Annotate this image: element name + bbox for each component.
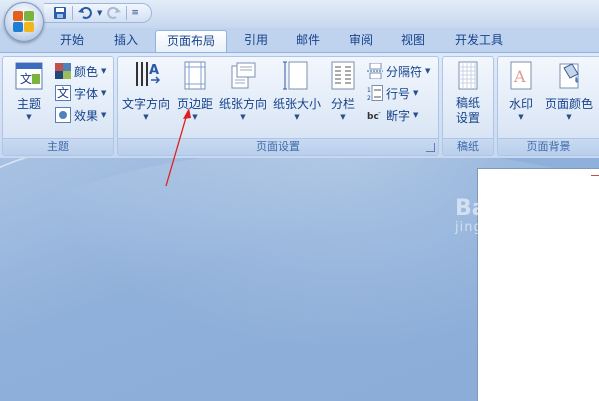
manuscript-settings-label: 稿纸设置: [455, 96, 480, 125]
watermark-icon: A: [506, 60, 536, 92]
chevron-down-icon: ▼: [518, 113, 524, 121]
manuscript-settings-button[interactable]: 稿纸设置: [447, 60, 489, 126]
svg-text:1: 1: [367, 87, 371, 94]
size-label: 纸张大小: [272, 97, 321, 111]
page-break-icon: [367, 62, 383, 80]
ribbon-tabstrip: 开始 插入 页面布局 引用 邮件 审阅 视图 开发工具: [0, 28, 599, 54]
orientation-button[interactable]: 纸张方向 ▼: [218, 60, 268, 122]
tab-page-layout[interactable]: 页面布局: [155, 30, 227, 54]
tab-references[interactable]: 引用: [236, 30, 276, 52]
theme-effects-label: 效果: [74, 108, 99, 123]
breaks-button[interactable]: 分隔符 ▼: [367, 61, 430, 81]
tab-review[interactable]: 审阅: [341, 30, 381, 52]
chevron-down-icon: ▼: [240, 113, 246, 121]
group-label-page-background: 页面背景: [498, 138, 599, 155]
breaks-label: 分隔符: [386, 64, 423, 79]
chevron-down-icon: ▼: [413, 89, 419, 97]
watermark-button[interactable]: A 水印 ▼: [502, 60, 540, 122]
office-button[interactable]: [4, 2, 44, 42]
theme-fonts-label: 字体: [74, 86, 99, 101]
size-button[interactable]: 纸张大小 ▼: [271, 60, 323, 122]
svg-text:A: A: [149, 63, 159, 78]
chevron-down-icon: ▼: [26, 113, 32, 121]
page-color-button[interactable]: 页面颜色 ▼: [542, 60, 596, 122]
chevron-down-icon: ▼: [101, 89, 107, 97]
group-page-background: A 水印 ▼ 页面颜色 ▼ 页面背景: [497, 56, 599, 156]
theme-colors-button[interactable]: 颜色 ▼: [55, 61, 106, 81]
save-icon[interactable]: [52, 5, 68, 21]
line-numbers-icon: 12: [367, 85, 383, 102]
svg-text:A: A: [513, 67, 526, 86]
columns-button[interactable]: 分栏 ▼: [325, 60, 361, 122]
chevron-down-icon: ▼: [101, 67, 107, 75]
tab-home[interactable]: 开始: [52, 30, 92, 52]
svg-text:bc: bc: [367, 112, 379, 122]
quick-access-toolbar: ▼ ≡: [44, 3, 152, 23]
chevron-down-icon: ▼: [413, 111, 419, 119]
themes-label: 主题: [16, 97, 41, 111]
svg-text:-: -: [378, 108, 381, 117]
margins-label: 页边距: [176, 97, 213, 111]
chevron-down-icon: ▼: [294, 113, 300, 121]
font-icon: 文: [55, 85, 71, 101]
baidu-watermark: Bai 经验 jingyan.baidu.com: [455, 190, 595, 240]
group-theme: 文 主题 ▼ 颜色 ▼ 文 字体 ▼ 效果 ▼ 主题: [2, 56, 114, 156]
tab-insert[interactable]: 插入: [106, 30, 146, 52]
hyphenation-label: 断字: [386, 108, 411, 123]
page-color-label: 页面颜色: [544, 97, 593, 111]
orientation-icon: [228, 60, 258, 92]
chevron-down-icon: ▼: [340, 113, 346, 121]
dialog-launcher-icon[interactable]: [426, 143, 435, 152]
theme-effects-button[interactable]: 效果 ▼: [55, 105, 106, 125]
palette-icon: [55, 63, 71, 79]
themes-icon: 文: [14, 60, 44, 92]
group-label-page-setup: 页面设置: [118, 138, 438, 155]
text-direction-label: 文字方向: [121, 97, 170, 111]
undo-icon[interactable]: [77, 5, 93, 21]
hyphenation-icon: bc -: [367, 107, 383, 123]
undo-dropdown-icon[interactable]: ▼: [97, 9, 102, 17]
columns-icon: [328, 60, 358, 92]
watermark-label: 水印: [508, 97, 533, 111]
watermark-main-text: Bai 经验: [455, 196, 546, 221]
columns-label: 分栏: [330, 97, 355, 111]
tab-view[interactable]: 视图: [393, 30, 433, 52]
svg-text:2: 2: [367, 95, 371, 101]
line-numbers-button[interactable]: 12 行号 ▼: [367, 83, 418, 103]
themes-button[interactable]: 文 主题 ▼: [7, 60, 51, 122]
group-page-setup: A 文字方向 ▼ 页边距 ▼ 纸张方向 ▼ 纸张大小 ▼ 分栏 ▼ 分隔符 ▼ …: [117, 56, 439, 156]
group-manuscript: 稿纸设置 稿纸: [442, 56, 494, 156]
svg-text:文: 文: [20, 71, 32, 86]
orientation-label: 纸张方向: [218, 97, 267, 111]
qat-separator: [126, 6, 128, 20]
ribbon: 文 主题 ▼ 颜色 ▼ 文 字体 ▼ 效果 ▼ 主题 A 文字方向 ▼ 页边距 …: [0, 52, 599, 158]
office-logo-icon: [13, 11, 35, 33]
margins-button[interactable]: 页边距 ▼: [174, 60, 216, 122]
theme-fonts-button[interactable]: 文 字体 ▼: [55, 83, 106, 103]
tab-developer[interactable]: 开发工具: [446, 30, 512, 52]
customize-qat-icon[interactable]: ≡: [131, 8, 139, 18]
text-direction-button[interactable]: A 文字方向 ▼: [120, 60, 172, 122]
effects-icon: [55, 107, 71, 123]
paint-bucket-icon: [554, 60, 584, 92]
chevron-down-icon: ▼: [566, 113, 572, 121]
qat-separator: [72, 6, 73, 20]
line-numbers-label: 行号: [386, 86, 411, 101]
tab-mailings[interactable]: 邮件: [288, 30, 328, 52]
theme-colors-label: 颜色: [74, 64, 99, 79]
page-size-icon: [282, 60, 312, 92]
text-direction-icon: A: [131, 60, 161, 92]
group-label-manuscript: 稿纸: [443, 138, 493, 155]
chevron-down-icon: ▼: [425, 67, 431, 75]
group-label-theme: 主题: [3, 138, 113, 155]
margin-mark: [591, 175, 599, 176]
chevron-down-icon: ▼: [192, 113, 198, 121]
chevron-down-icon: ▼: [101, 111, 107, 119]
hyphenation-button[interactable]: bc - 断字 ▼: [367, 105, 418, 125]
manuscript-icon: [453, 60, 483, 92]
watermark-sub-text: jingyan.baidu.com: [455, 220, 592, 235]
redo-icon[interactable]: [106, 5, 122, 21]
margins-icon: [180, 60, 210, 92]
chevron-down-icon: ▼: [143, 113, 149, 121]
